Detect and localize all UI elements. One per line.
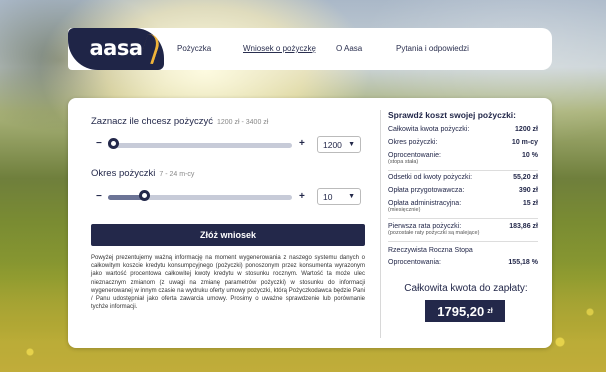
summary-title: Sprawdź koszt swojej pożyczki: <box>388 110 517 120</box>
row-label: Całkowita kwota pożyczki: <box>388 126 470 133</box>
row-label: Oprocentowanie: <box>388 152 441 159</box>
row-value: 55,20 zł <box>513 174 538 181</box>
summary-divider <box>388 218 538 219</box>
row-label: Odsetki od kwoty pożyczki: <box>388 174 473 181</box>
period-label: Okres pożyczki <box>91 168 156 179</box>
total-value: 1795,20 <box>437 303 485 319</box>
total-label: Całkowita kwota do zapłaty: <box>404 283 528 294</box>
amount-select[interactable]: 1200 ▼ <box>317 136 361 153</box>
period-minus-button[interactable]: − <box>96 192 102 202</box>
row-label: Opłata przygotowawcza: <box>388 187 465 194</box>
amount-range: 1200 zł - 3400 zł <box>216 119 269 126</box>
row-value: 10 % <box>522 152 538 159</box>
summary-row-interest-amount: Odsetki od kwoty pożyczki: 55,20 zł <box>388 174 538 181</box>
amount-slider-track[interactable] <box>108 143 292 148</box>
row-value: 183,86 zł <box>509 223 538 230</box>
summary-row-total-amount: Całkowita kwota pożyczki: 1200 zł <box>388 126 538 133</box>
row-value: 390 zł <box>518 187 538 194</box>
period-range: 7 - 24 m-cy <box>159 171 195 178</box>
row-note: (pozostałe raty pożyczki są malejące) <box>388 230 480 236</box>
summary-row-prep-fee: Opłata przygotowawcza: 390 zł <box>388 187 538 194</box>
row-value: 10 m-cy <box>511 139 538 146</box>
divider <box>380 110 381 338</box>
summary-row-admin-fee: Opłata administracyjna: 15 zł (miesięczni… <box>388 200 538 213</box>
period-select-value: 10 <box>323 191 333 202</box>
aasa-logo[interactable]: aasa <box>68 28 164 70</box>
period-select[interactable]: 10 ▼ <box>317 188 361 205</box>
row-label: Opłata administracyjna: <box>388 200 462 207</box>
row-label: Okres pożyczki: <box>388 139 438 146</box>
row-label: Pierwsza rata pożyczki: <box>388 223 462 230</box>
summary-divider <box>388 170 538 171</box>
row-note: (stopa stała) <box>388 159 419 165</box>
summary-row-rrso: Oprocentowania: 155,18 % <box>388 259 538 266</box>
row-value: 155,18 % <box>508 259 538 266</box>
amount-plus-button[interactable]: + <box>299 139 305 149</box>
row-label: Rzeczywista Roczna Stopa <box>388 247 473 254</box>
row-label: Oprocentowania: <box>388 259 441 266</box>
disclaimer-text: Powyżej prezentujemy ważną informację na… <box>91 255 365 311</box>
summary-row-first-installment: Pierwsza rata pożyczki: 183,86 zł (pozost… <box>388 223 538 236</box>
amount-select-value: 1200 <box>323 139 342 150</box>
period-slider-fill <box>108 195 144 200</box>
chevron-down-icon: ▼ <box>348 141 355 148</box>
chevron-down-icon: ▼ <box>348 193 355 200</box>
summary-row-interest: Oprocentowanie: 10 % (stopa stała) <box>388 152 538 165</box>
row-value: 15 zł <box>522 200 538 207</box>
amount-slider-handle[interactable] <box>108 138 119 149</box>
total-unit: zł <box>487 307 493 315</box>
row-note: (miesięcznie) <box>388 207 421 213</box>
nav-item-faq[interactable]: Pytania i odpowiedzi <box>396 44 469 53</box>
period-heading: Okres pożyczki 7 - 24 m-cy <box>91 168 194 179</box>
summary-row-rrso-label: Rzeczywista Roczna Stopa <box>388 247 538 254</box>
row-value: 1200 zł <box>515 126 538 133</box>
total-amount-badge: 1795,20 zł <box>425 300 505 322</box>
nav-item-o-aasa[interactable]: O Aasa <box>336 44 362 53</box>
amount-heading: Zaznacz ile chcesz pożyczyć 1200 zł - 340… <box>91 116 268 127</box>
summary-divider <box>388 241 538 242</box>
amount-label: Zaznacz ile chcesz pożyczyć <box>91 116 213 127</box>
period-plus-button[interactable]: + <box>299 192 305 202</box>
submit-application-button[interactable]: Złóż wniosek <box>91 224 365 246</box>
amount-minus-button[interactable]: − <box>96 139 102 149</box>
nav-item-pozyczka[interactable]: Pożyczka <box>177 44 211 53</box>
nav-item-wniosek[interactable]: Wniosek o pożyczkę <box>243 44 316 53</box>
summary-row-period: Okres pożyczki: 10 m-cy <box>388 139 538 146</box>
